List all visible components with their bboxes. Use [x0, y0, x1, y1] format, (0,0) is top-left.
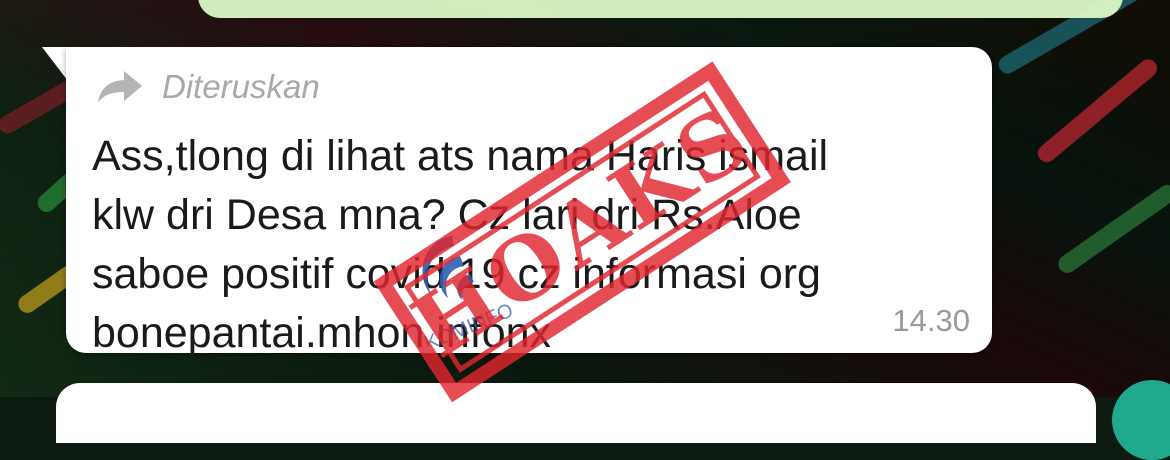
wallpaper-streak	[1034, 55, 1161, 166]
wallpaper-streak	[1054, 181, 1170, 277]
message-line: Ass,tlong di lihat ats nama Haris ismail	[92, 132, 829, 180]
kominfo-watermark: KOMINFO	[422, 300, 517, 346]
message-bubble-tail	[42, 47, 68, 81]
forwarded-indicator: Diteruskan	[96, 65, 320, 109]
next-message-bubble[interactable]	[56, 383, 1096, 443]
kominfo-logo-icon: KOMINFO	[422, 236, 517, 346]
forward-arrow-icon	[98, 71, 142, 103]
forwarded-label: Diteruskan	[162, 68, 320, 105]
previous-message-bubble[interactable]	[198, 0, 1123, 18]
message-timestamp: 14.30	[892, 303, 970, 338]
